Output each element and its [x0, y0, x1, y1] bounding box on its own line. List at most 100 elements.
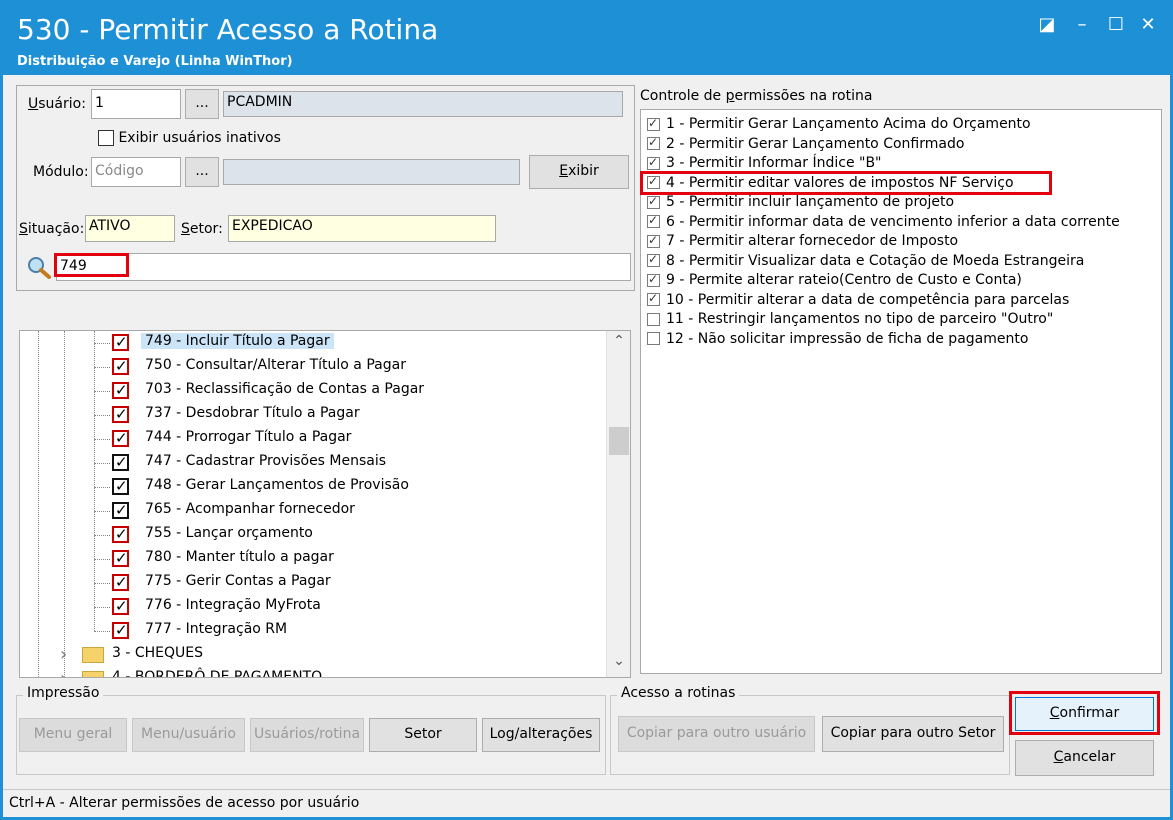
exibir-button[interactable]: Exibir: [529, 155, 629, 189]
maximize-button[interactable]: ☐: [1103, 13, 1129, 37]
permission-checkbox[interactable]: [647, 174, 660, 189]
permission-checkbox[interactable]: [647, 291, 660, 306]
tree-connector: [94, 343, 110, 344]
permission-item[interactable]: 10 - Permitir alterar a data de competên…: [647, 291, 1069, 308]
search-input[interactable]: 749: [56, 253, 631, 281]
tree-item-checkbox[interactable]: [112, 597, 129, 615]
permission-checkbox[interactable]: [647, 233, 660, 248]
situacao-label: Situação:: [19, 221, 85, 237]
scroll-up-icon[interactable]: ⌃: [607, 333, 630, 349]
permissions-title: Controle de permissões na rotina: [640, 88, 873, 104]
permission-checkbox[interactable]: [647, 213, 660, 228]
permission-item[interactable]: 6 - Permitir informar data de vencimento…: [647, 213, 1120, 230]
tree-item[interactable]: 737 - Desdobrar Título a Pagar: [20, 403, 600, 427]
tree-scrollbar[interactable]: ⌃ ⌄: [606, 331, 630, 677]
tree-item-checkbox[interactable]: [112, 453, 129, 471]
close-button[interactable]: ✕: [1135, 13, 1161, 37]
permission-checkbox[interactable]: [647, 135, 660, 150]
permission-checkbox[interactable]: [647, 252, 660, 267]
permission-label: 6 - Permitir informar data de vencimento…: [666, 213, 1120, 230]
setor-button[interactable]: Setor: [369, 718, 477, 752]
tree-connector: [94, 631, 110, 632]
permission-label: 4 - Permitir editar valores de impostos …: [666, 174, 1014, 191]
tree-connector: [94, 463, 110, 464]
tree-item[interactable]: 776 - Integração MyFrota: [20, 595, 600, 619]
inativos-checkbox[interactable]: Exibir usuários inativos: [98, 130, 281, 146]
tree-folder-cheques[interactable]: › 3 - CHEQUES: [20, 643, 600, 667]
tree-item[interactable]: 749 - Incluir Título a Pagar: [20, 331, 600, 355]
permission-label: 11 - Restringir lançamentos no tipo de p…: [666, 311, 1054, 327]
permission-checkbox[interactable]: [647, 272, 660, 287]
tree-item-label: 744 - Prorrogar Título a Pagar: [145, 429, 352, 445]
title-bar[interactable]: 530 - Permitir Acesso a Rotina Distribui…: [3, 3, 1170, 75]
permission-item[interactable]: 9 - Permite alterar rateio(Centro de Cus…: [647, 272, 1022, 288]
scroll-thumb[interactable]: [609, 427, 629, 455]
log-alteracoes-button[interactable]: Log/alterações: [482, 718, 600, 752]
permission-checkbox[interactable]: [647, 116, 660, 131]
permission-checkbox[interactable]: [647, 312, 660, 326]
tree-item-checkbox[interactable]: [112, 501, 129, 519]
expand-icon[interactable]: ›: [60, 668, 67, 677]
tree-item-checkbox[interactable]: [112, 573, 129, 591]
permission-item[interactable]: 3 - Permitir Informar Índice "B": [647, 155, 882, 171]
tree-item-checkbox[interactable]: [112, 429, 129, 447]
copiar-usuario-button: Copiar para outro usuário: [618, 716, 815, 752]
permission-item[interactable]: 1 - Permitir Gerar Lançamento Acima do O…: [647, 116, 1031, 132]
permission-item[interactable]: 2 - Permitir Gerar Lançamento Confirmado: [647, 135, 965, 152]
minimize-button[interactable]: –: [1069, 13, 1095, 37]
tree-item-checkbox[interactable]: [112, 525, 129, 543]
modulo-code-input[interactable]: Código: [91, 157, 181, 187]
permission-checkbox[interactable]: [647, 194, 660, 209]
tree-folder-bordero[interactable]: › 4 - BORDERÔ DE PAGAMENTO: [20, 667, 600, 677]
tree-item-label: 777 - Integração RM: [145, 621, 288, 637]
confirmar-button[interactable]: Confirmar: [1015, 697, 1154, 731]
usuario-name-field: PCADMIN: [223, 91, 623, 117]
tree-item-checkbox[interactable]: [112, 549, 129, 567]
permission-item[interactable]: 12 - Não solicitar impressão de ficha de…: [647, 331, 1028, 347]
permission-item[interactable]: 5 - Permitir incluir lançamento de proje…: [647, 194, 954, 210]
tree-item-checkbox[interactable]: [112, 405, 129, 423]
tree-item[interactable]: 765 - Acompanhar fornecedor: [20, 499, 600, 523]
copiar-setor-button[interactable]: Copiar para outro Setor: [822, 716, 1004, 752]
tree-item-label: 750 - Consultar/Alterar Título a Pagar: [145, 357, 406, 373]
tree-item-checkbox[interactable]: [112, 477, 129, 495]
setor-label: Setor:: [181, 221, 223, 237]
window-client: Usuário: 1 ... PCADMIN Exibir usuários i…: [3, 75, 1170, 789]
tree-connector: [94, 415, 110, 416]
usuario-label: Usuário:: [28, 96, 86, 112]
permission-checkbox[interactable]: [647, 155, 660, 170]
tree-item[interactable]: 750 - Consultar/Alterar Título a Pagar: [20, 355, 600, 379]
usuario-browse-button[interactable]: ...: [185, 89, 219, 119]
tree-item[interactable]: 703 - Reclassificação de Contas a Pagar: [20, 379, 600, 403]
tree-item[interactable]: 755 - Lançar orçamento: [20, 523, 600, 547]
permission-checkbox[interactable]: [647, 332, 660, 345]
usuarios-rotina-button: Usuários/rotina: [250, 718, 364, 752]
tree-item[interactable]: 777 - Integração RM: [20, 619, 600, 643]
tree-item-checkbox[interactable]: [112, 357, 129, 375]
tree-item[interactable]: 780 - Manter título a pagar: [20, 547, 600, 571]
tree-item[interactable]: 748 - Gerar Lançamentos de Provisão: [20, 475, 600, 499]
setor-field: EXPEDICAO: [228, 215, 496, 242]
expand-icon[interactable]: ›: [60, 644, 67, 665]
inativos-checkbox-box[interactable]: [98, 130, 114, 146]
tree-item[interactable]: 775 - Gerir Contas a Pagar: [20, 571, 600, 595]
permission-item[interactable]: 8 - Permitir Visualizar data e Cotação d…: [647, 252, 1084, 269]
tree-item-checkbox[interactable]: [112, 333, 129, 351]
scroll-down-icon[interactable]: ⌄: [607, 653, 630, 669]
cancelar-button[interactable]: Cancelar: [1015, 740, 1154, 776]
rotinas-tree[interactable]: 749 - Incluir Título a Pagar 750 - Consul…: [19, 330, 631, 678]
tree-item[interactable]: 744 - Prorrogar Título a Pagar: [20, 427, 600, 451]
permission-label: 5 - Permitir incluir lançamento de proje…: [666, 194, 955, 210]
tree-item[interactable]: 747 - Cadastrar Provisões Mensais: [20, 451, 600, 475]
usuario-code-input[interactable]: 1: [91, 89, 181, 119]
tree-connector: [94, 391, 110, 392]
permission-item[interactable]: 11 - Restringir lançamentos no tipo de p…: [647, 311, 1053, 327]
modulo-browse-button[interactable]: ...: [185, 157, 219, 187]
restore-icon[interactable]: ◪: [1034, 13, 1060, 37]
tree-item-checkbox[interactable]: [112, 381, 129, 399]
folder-icon: [82, 671, 104, 677]
permission-label: 2 - Permitir Gerar Lançamento Confirmado: [666, 135, 965, 152]
permission-item[interactable]: 7 - Permitir alterar fornecedor de Impos…: [647, 233, 958, 249]
permission-item[interactable]: 4 - Permitir editar valores de impostos …: [647, 174, 1014, 191]
tree-item-checkbox[interactable]: [112, 621, 129, 639]
